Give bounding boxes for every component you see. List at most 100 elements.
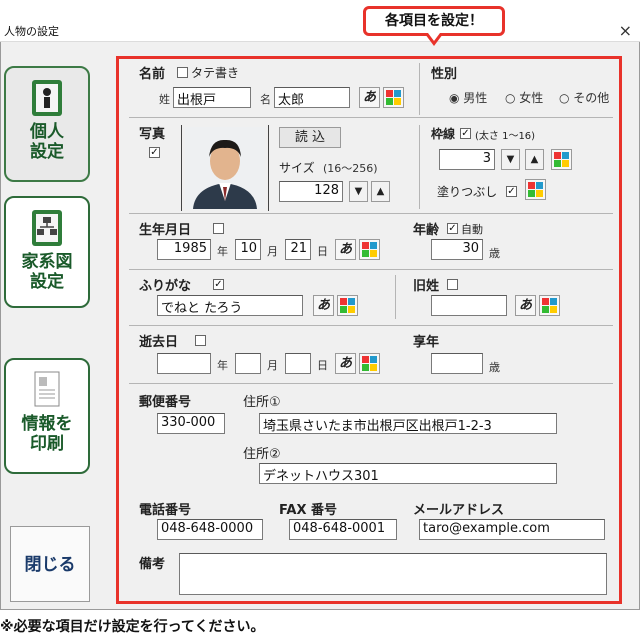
- email-input[interactable]: taro@example.com: [419, 519, 605, 540]
- furigana-label: ふりがな: [139, 279, 192, 294]
- sidebar-family-tree-settings[interactable]: 家系図 設定: [4, 196, 90, 308]
- age-auto-checkbox[interactable]: ✓: [447, 223, 458, 234]
- fill-color-button[interactable]: [525, 179, 546, 200]
- birth-font-button[interactable]: あ: [335, 239, 356, 260]
- death-color-button[interactable]: [359, 353, 380, 374]
- photo-label: 写真: [139, 127, 166, 142]
- fill-checkbox[interactable]: ✓: [506, 186, 517, 197]
- day-unit: 日: [317, 245, 328, 258]
- email-label: メールアドレス: [413, 503, 505, 518]
- divider: [129, 383, 613, 384]
- address2-input[interactable]: デネットハウス301: [259, 463, 557, 484]
- death-year-input[interactable]: [157, 353, 211, 374]
- old-name-font-button[interactable]: あ: [515, 295, 536, 316]
- person-book-icon: [32, 80, 62, 116]
- birth-color-button[interactable]: [359, 239, 380, 260]
- footer-note: ※必要な項目だけ設定を行ってください。: [0, 619, 265, 635]
- postal-code-label: 郵便番号: [139, 395, 192, 410]
- border-label: 枠線: [431, 127, 456, 141]
- document-icon: [34, 371, 60, 407]
- sidebar-family-line1: 家系図: [21, 252, 73, 272]
- divider: [129, 325, 613, 326]
- old-name-color-button[interactable]: [539, 295, 560, 316]
- notes-textarea[interactable]: [179, 553, 607, 595]
- age-input[interactable]: 30: [431, 239, 483, 260]
- size-range-note: (16～256): [323, 162, 378, 175]
- name-font-button[interactable]: あ: [359, 87, 380, 108]
- border-up-icon[interactable]: ▲: [525, 149, 544, 170]
- birth-day-input[interactable]: 21: [285, 239, 311, 260]
- birth-month-input[interactable]: 10: [235, 239, 261, 260]
- border-thickness-note: (太さ 1～16): [475, 131, 536, 142]
- phone-label: 電話番号: [139, 503, 192, 518]
- name-label: 名前: [139, 67, 166, 82]
- last-name-label: 姓: [159, 93, 170, 106]
- close-button[interactable]: 閉じる: [10, 526, 90, 602]
- close-window-icon[interactable]: ×: [619, 21, 632, 40]
- name-color-button[interactable]: [383, 87, 404, 108]
- gender-other-radio[interactable]: ○ その他: [559, 89, 609, 106]
- photo-size-input[interactable]: 128: [279, 181, 343, 202]
- sidebar-personal-line2: 設定: [30, 142, 64, 162]
- divider: [129, 213, 613, 214]
- notes-label: 備考: [139, 557, 166, 572]
- gender-male-radio[interactable]: ◉ 男性: [449, 89, 487, 106]
- size-down-icon[interactable]: ▼: [349, 181, 368, 202]
- fax-label: FAX 番号: [279, 503, 337, 518]
- age-label: 年齢: [413, 223, 440, 238]
- border-thickness-input[interactable]: 3: [439, 149, 495, 170]
- year-unit: 年: [217, 245, 228, 258]
- border-down-icon[interactable]: ▼: [501, 149, 520, 170]
- month-unit: 月: [267, 245, 278, 258]
- family-tree-icon: [32, 210, 62, 246]
- age-auto-label: 自動: [461, 223, 483, 236]
- death-date-checkbox[interactable]: [195, 335, 206, 346]
- last-name-input[interactable]: 出根戸: [173, 87, 251, 108]
- portrait-photo: [185, 127, 265, 209]
- age-at-death-input[interactable]: [431, 353, 483, 374]
- gender-female-radio[interactable]: ○ 女性: [505, 89, 543, 106]
- divider: [129, 117, 613, 118]
- old-name-checkbox[interactable]: [447, 279, 458, 290]
- sidebar-personal-settings[interactable]: 個人 設定: [4, 66, 90, 182]
- death-font-button[interactable]: あ: [335, 353, 356, 374]
- vertical-writing-checkbox[interactable]: [177, 67, 188, 78]
- furigana-checkbox[interactable]: ✓: [213, 279, 224, 290]
- death-month-unit: 月: [267, 359, 278, 372]
- photo-checkbox[interactable]: ✓: [149, 147, 160, 158]
- fill-label: 塗りつぶし: [437, 185, 498, 199]
- address2-label: 住所②: [243, 447, 281, 462]
- callout-set-items: 各項目を設定！: [363, 6, 505, 36]
- death-day-input[interactable]: [285, 353, 311, 374]
- birth-year-input[interactable]: 1985: [157, 239, 211, 260]
- sidebar-print-info[interactable]: 情報を 印刷: [4, 358, 90, 474]
- address1-input[interactable]: 埼玉県さいたま市出根戸区出根戸1-2-3: [259, 413, 557, 434]
- birthdate-checkbox[interactable]: [213, 223, 224, 234]
- border-color-button[interactable]: [551, 149, 572, 170]
- age-at-death-unit: 歳: [489, 361, 500, 374]
- size-up-icon[interactable]: ▲: [371, 181, 390, 202]
- sidebar-family-line2: 設定: [30, 272, 64, 292]
- title-bar: 人物の設定 ×: [0, 20, 640, 42]
- sidebar-print-line2: 印刷: [30, 434, 64, 454]
- death-year-unit: 年: [217, 359, 228, 372]
- divider: [395, 275, 396, 319]
- first-name-label: 名: [260, 93, 271, 106]
- load-photo-button[interactable]: 読 込: [279, 127, 341, 148]
- death-month-input[interactable]: [235, 353, 261, 374]
- phone-input[interactable]: 048-648-0000: [157, 519, 263, 540]
- furigana-color-button[interactable]: [337, 295, 358, 316]
- border-checkbox[interactable]: ✓: [460, 128, 471, 139]
- sidebar-print-line1: 情報を: [21, 414, 73, 434]
- first-name-input[interactable]: 太郎: [274, 87, 350, 108]
- death-date-label: 逝去日: [139, 335, 179, 350]
- vertical-writing-label: タテ書き: [191, 66, 240, 80]
- divider: [419, 125, 420, 209]
- furigana-font-button[interactable]: あ: [313, 295, 334, 316]
- fax-input[interactable]: 048-648-0001: [289, 519, 397, 540]
- postal-code-input[interactable]: 330-000: [157, 413, 225, 434]
- furigana-input[interactable]: でねと たろう: [157, 295, 303, 316]
- divider: [419, 63, 420, 115]
- sidebar-personal-line1: 個人: [30, 122, 64, 142]
- old-name-input[interactable]: [431, 295, 507, 316]
